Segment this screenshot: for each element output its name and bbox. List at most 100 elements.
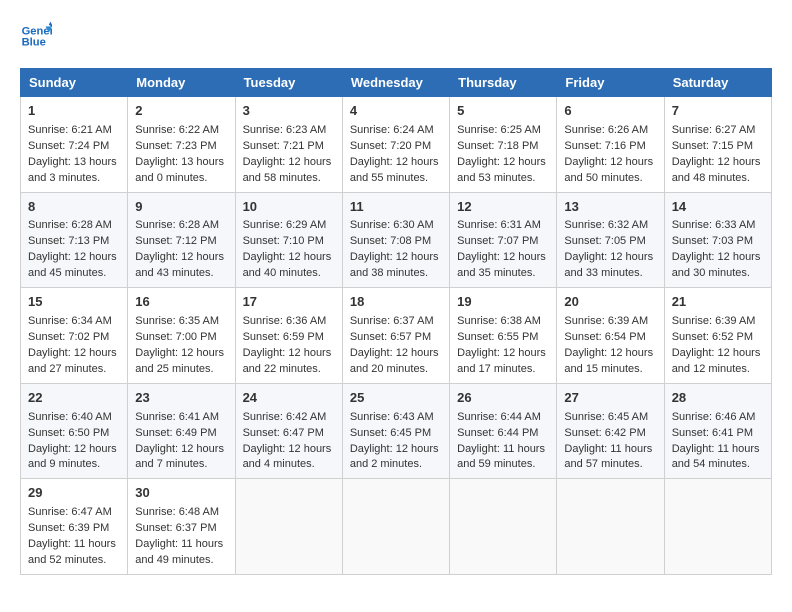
day-cell: 19Sunrise: 6:38 AMSunset: 6:55 PMDayligh… [450, 288, 557, 384]
sunset: Sunset: 7:10 PM [243, 235, 324, 247]
day-number: 22 [28, 389, 120, 408]
daylight: Daylight: 12 hours and 50 minutes. [564, 156, 653, 184]
sunrise: Sunrise: 6:34 AM [28, 315, 112, 327]
sunset: Sunset: 6:44 PM [457, 427, 538, 439]
sunrise: Sunrise: 6:31 AM [457, 219, 541, 231]
daylight: Daylight: 12 hours and 20 minutes. [350, 347, 439, 375]
day-cell: 3Sunrise: 6:23 AMSunset: 7:21 PMDaylight… [235, 97, 342, 193]
day-cell: 15Sunrise: 6:34 AMSunset: 7:02 PMDayligh… [21, 288, 128, 384]
col-header-friday: Friday [557, 69, 664, 97]
sunset: Sunset: 7:12 PM [135, 235, 216, 247]
daylight: Daylight: 12 hours and 45 minutes. [28, 251, 117, 279]
sunrise: Sunrise: 6:42 AM [243, 411, 327, 423]
sunrise: Sunrise: 6:21 AM [28, 124, 112, 136]
day-cell: 16 Sunrise: 6:35 AM Sunset: 7:00 PM Dayligh… [128, 288, 235, 384]
week-row-5: 29Sunrise: 6:47 AMSunset: 6:39 PMDayligh… [21, 479, 772, 575]
day-number: 5 [457, 102, 549, 121]
day-cell: 24Sunrise: 6:42 AMSunset: 6:47 PMDayligh… [235, 383, 342, 479]
day-number: 2 [135, 102, 227, 121]
day-cell: 17Sunrise: 6:36 AMSunset: 6:59 PMDayligh… [235, 288, 342, 384]
week-row-4: 22Sunrise: 6:40 AMSunset: 6:50 PMDayligh… [21, 383, 772, 479]
day-cell: 28Sunrise: 6:46 AMSunset: 6:41 PMDayligh… [664, 383, 771, 479]
sunset: Sunset: 6:49 PM [135, 427, 216, 439]
day-cell: 14Sunrise: 6:33 AMSunset: 7:03 PMDayligh… [664, 192, 771, 288]
sunset: Sunset: 7:13 PM [28, 235, 109, 247]
daylight: Daylight: 12 hours and 38 minutes. [350, 251, 439, 279]
sunrise: Sunrise: 6:39 AM [564, 315, 648, 327]
sunset: Sunset: 6:45 PM [350, 427, 431, 439]
day-cell [235, 479, 342, 575]
week-row-1: 1Sunrise: 6:21 AMSunset: 7:24 PMDaylight… [21, 97, 772, 193]
daylight: Daylight: 12 hours and 9 minutes. [28, 443, 117, 471]
sunset: Sunset: 7:15 PM [672, 140, 753, 152]
col-header-sunday: Sunday [21, 69, 128, 97]
sunset: Sunset: 7:20 PM [350, 140, 431, 152]
week-row-3: 15Sunrise: 6:34 AMSunset: 7:02 PMDayligh… [21, 288, 772, 384]
day-number: 11 [350, 198, 442, 217]
day-number: 10 [243, 198, 335, 217]
daylight: Daylight: 12 hours and 53 minutes. [457, 156, 546, 184]
sunset: Sunset: 7:03 PM [672, 235, 753, 247]
day-cell [450, 479, 557, 575]
daylight: Daylight: 11 hours and 59 minutes. [457, 443, 545, 471]
sunset: Sunset: 6:50 PM [28, 427, 109, 439]
day-number: 3 [243, 102, 335, 121]
sunset: Sunset: 7:07 PM [457, 235, 538, 247]
col-header-wednesday: Wednesday [342, 69, 449, 97]
sunset: Sunset: 7:24 PM [28, 140, 109, 152]
sunset: Sunset: 6:47 PM [243, 427, 324, 439]
daylight: Daylight: 12 hours and 30 minutes. [672, 251, 761, 279]
day-number: 16 [135, 293, 227, 312]
sunrise: Sunrise: 6:29 AM [243, 219, 327, 231]
header-row: SundayMondayTuesdayWednesdayThursdayFrid… [21, 69, 772, 97]
sunset: Sunset: 6:57 PM [350, 331, 431, 343]
sunrise: Sunrise: 6:30 AM [350, 219, 434, 231]
daylight: Daylight: 12 hours and 2 minutes. [350, 443, 439, 471]
day-number: 8 [28, 198, 120, 217]
daylight: Daylight: 11 hours and 49 minutes. [135, 538, 223, 566]
sunrise: Sunrise: 6:27 AM [672, 124, 756, 136]
col-header-monday: Monday [128, 69, 235, 97]
daylight: Daylight: 12 hours and 48 minutes. [672, 156, 761, 184]
col-header-thursday: Thursday [450, 69, 557, 97]
sunrise: Sunrise: 6:33 AM [672, 219, 756, 231]
sunrise: Sunrise: 6:22 AM [135, 124, 219, 136]
day-cell: 12Sunrise: 6:31 AMSunset: 7:07 PMDayligh… [450, 192, 557, 288]
sunrise: Sunrise: 6:28 AM [135, 219, 219, 231]
sunrise: Sunrise: 6:47 AM [28, 506, 112, 518]
day-number: 12 [457, 198, 549, 217]
day-cell: 20Sunrise: 6:39 AMSunset: 6:54 PMDayligh… [557, 288, 664, 384]
daylight: Daylight: 12 hours and 43 minutes. [135, 251, 224, 279]
sunset: Sunset: 7:23 PM [135, 140, 216, 152]
day-number: 27 [564, 389, 656, 408]
sunset: Sunset: 6:54 PM [564, 331, 645, 343]
sunset: Sunset: 7:08 PM [350, 235, 431, 247]
daylight: Daylight: 12 hours and 7 minutes. [135, 443, 224, 471]
sunset: Sunset: 6:37 PM [135, 522, 216, 534]
day-cell [557, 479, 664, 575]
sunrise: Sunrise: 6:37 AM [350, 315, 434, 327]
sunrise: Sunrise: 6:39 AM [672, 315, 756, 327]
sunrise: Sunrise: 6:26 AM [564, 124, 648, 136]
day-number: 17 [243, 293, 335, 312]
sunrise: Sunrise: 6:35 AM [135, 315, 219, 327]
day-cell: 10Sunrise: 6:29 AMSunset: 7:10 PMDayligh… [235, 192, 342, 288]
day-cell: 21Sunrise: 6:39 AMSunset: 6:52 PMDayligh… [664, 288, 771, 384]
day-number: 26 [457, 389, 549, 408]
day-cell: 30Sunrise: 6:48 AMSunset: 6:37 PMDayligh… [128, 479, 235, 575]
day-cell: 6Sunrise: 6:26 AMSunset: 7:16 PMDaylight… [557, 97, 664, 193]
daylight: Daylight: 12 hours and 15 minutes. [564, 347, 653, 375]
sunset: Sunset: 6:41 PM [672, 427, 753, 439]
sunrise: Sunrise: 6:23 AM [243, 124, 327, 136]
day-number: 30 [135, 484, 227, 503]
daylight: Daylight: 11 hours and 57 minutes. [564, 443, 652, 471]
sunset: Sunset: 6:52 PM [672, 331, 753, 343]
day-number: 13 [564, 198, 656, 217]
sunset: Sunset: 7:00 PM [135, 331, 216, 343]
day-number: 21 [672, 293, 764, 312]
sunrise: Sunrise: 6:44 AM [457, 411, 541, 423]
daylight: Daylight: 11 hours and 52 minutes. [28, 538, 116, 566]
day-number: 18 [350, 293, 442, 312]
day-cell: 7Sunrise: 6:27 AMSunset: 7:15 PMDaylight… [664, 97, 771, 193]
daylight: Daylight: 12 hours and 25 minutes. [135, 347, 224, 375]
